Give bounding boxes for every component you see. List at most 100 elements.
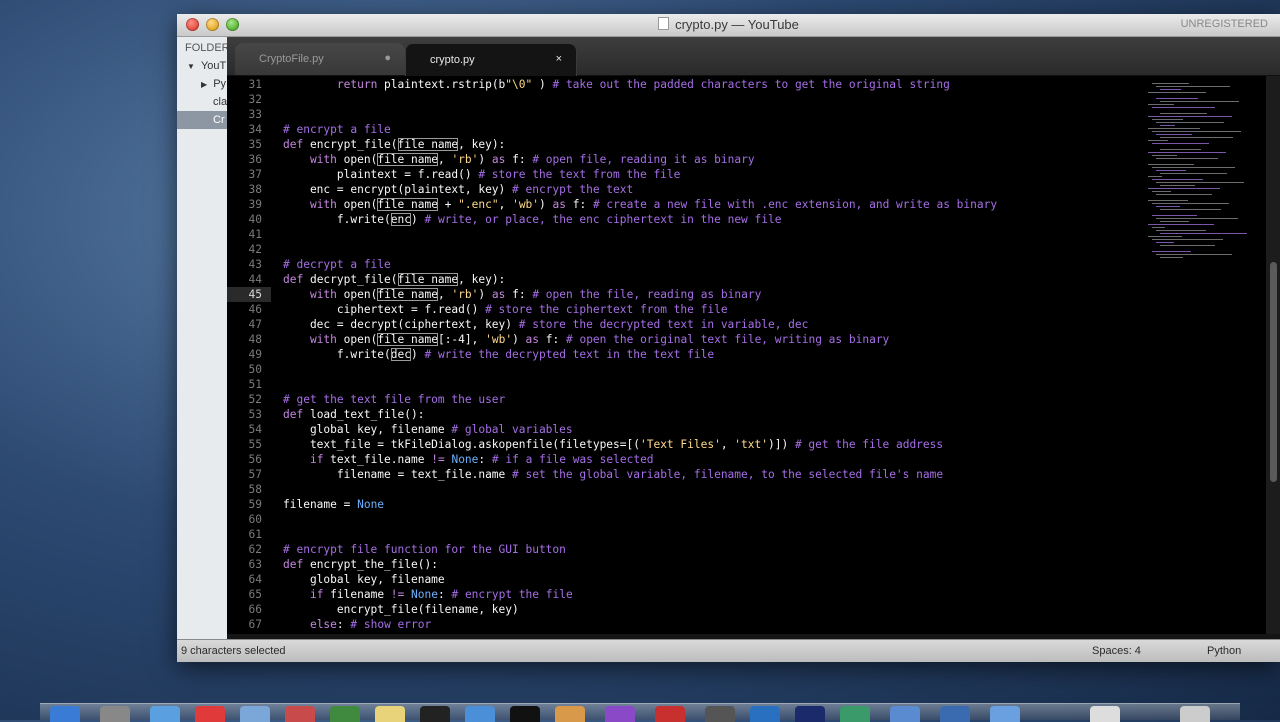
minimap-line <box>1152 83 1189 84</box>
sidebar-item-cla[interactable]: cla <box>177 93 227 111</box>
disclosure-down-icon[interactable]: ▼ <box>187 62 195 71</box>
minimap-line <box>1156 206 1180 207</box>
line-number: 35 <box>248 138 262 151</box>
code-text[interactable]: f.write(dec) # write the decrypted text … <box>283 347 714 362</box>
line-number: 60 <box>248 513 262 526</box>
tab-bar: CryptoFile.py ● crypto.py × <box>227 37 1280 76</box>
code-text[interactable]: f.write(enc) # write, or place, the enc … <box>283 212 781 227</box>
sidebar-item-label: Py <box>213 78 227 90</box>
line-number: 58 <box>248 483 262 496</box>
minimap-line <box>1156 242 1174 243</box>
code-text[interactable]: with open(file_name, 'rb') as f: # open … <box>283 152 755 167</box>
minimap-line <box>1152 119 1183 120</box>
window-title: crypto.py — YouTube <box>675 17 799 32</box>
code-text[interactable]: with open(file_name, 'rb') as f: # open … <box>283 287 761 302</box>
tab-cryptofile[interactable]: CryptoFile.py ● <box>235 43 405 75</box>
code-text[interactable]: with open(file_name[:-4], 'wb') as f: # … <box>283 332 889 347</box>
window-title-wrap: crypto.py — YouTube <box>177 17 1280 32</box>
minimap-line <box>1152 203 1229 204</box>
code-text[interactable]: def encrypt_file(file_name, key): <box>283 137 505 152</box>
line-number: 44 <box>248 273 262 286</box>
minimap-line <box>1148 92 1206 93</box>
code-text[interactable]: # decrypt a file <box>283 257 391 272</box>
minimap-line <box>1160 89 1181 90</box>
dock <box>40 703 1240 722</box>
sidebar-item-youtube[interactable]: ▼ YouT <box>177 57 227 75</box>
code-text[interactable]: if filename != None: # encrypt the file <box>283 587 573 602</box>
unsaved-dot-icon[interactable]: ● <box>384 52 391 64</box>
code-text[interactable]: # encrypt a file <box>283 122 391 137</box>
minimap-line <box>1156 194 1212 195</box>
code-text[interactable]: global key, filename # global variables <box>283 422 573 437</box>
minimap-line <box>1160 173 1227 174</box>
sidebar-item-py[interactable]: ▶ Py <box>177 75 227 93</box>
line-number: 45 <box>248 288 262 301</box>
registration-label: UNREGISTERED <box>1180 18 1268 30</box>
minimap-line <box>1160 125 1175 126</box>
code-text[interactable]: plaintext = f.read() # store the text fr… <box>283 167 681 182</box>
minimap-line <box>1160 101 1239 102</box>
line-number: 38 <box>248 183 262 196</box>
minimap-line <box>1160 185 1195 186</box>
code-text[interactable]: if text_file.name != None: # if a file w… <box>283 452 654 467</box>
code-text[interactable]: filename = text_file.name # set the glob… <box>283 467 943 482</box>
minimap-line <box>1160 233 1247 234</box>
line-number: 61 <box>248 528 262 541</box>
code-text[interactable]: return plaintext.rstrip(b"\0" ) # take o… <box>283 77 950 92</box>
sidebar-item-label: Cr <box>213 114 225 126</box>
line-number: 41 <box>248 228 262 241</box>
line-number: 33 <box>248 108 262 121</box>
line-number: 57 <box>248 468 262 481</box>
code-text[interactable]: encrypt_file(filename, key) <box>283 602 519 617</box>
line-number: 48 <box>248 333 262 346</box>
minimap-line <box>1156 122 1224 123</box>
code-text[interactable]: # get the text file from the user <box>283 392 505 407</box>
tab-label: CryptoFile.py <box>259 53 324 65</box>
line-number: 53 <box>248 408 262 421</box>
line-number: 42 <box>248 243 262 256</box>
sidebar-header: FOLDERS <box>185 42 227 54</box>
minimap-line <box>1152 239 1223 240</box>
bracket-match-highlight: dec <box>390 348 411 361</box>
code-text[interactable]: global key, filename <box>283 572 445 587</box>
tab-label: crypto.py <box>430 54 475 66</box>
code-text[interactable]: text_file = tkFileDialog.askopenfile(fil… <box>283 437 943 452</box>
line-number: 62 <box>248 543 262 556</box>
code-text[interactable]: # encrypt file function for the GUI butt… <box>283 542 566 557</box>
code-text[interactable]: def encrypt_the_file(): <box>283 557 438 572</box>
code-text[interactable]: ciphertext = f.read() # store the cipher… <box>283 302 728 317</box>
syntax-setting[interactable]: Python <box>1207 645 1241 657</box>
code-text[interactable]: dec = decrypt(ciphertext, key) # store t… <box>283 317 808 332</box>
minimap-line <box>1156 254 1232 255</box>
code-editor[interactable]: 31 return plaintext.rstrip(b"\0" ) # tak… <box>227 76 1280 640</box>
code-text[interactable]: else: # show error <box>283 617 431 632</box>
minimap[interactable] <box>1148 80 1247 280</box>
indentation-setting[interactable]: Spaces: 4 <box>1092 645 1141 657</box>
bracket-match-highlight: file_name <box>377 153 438 166</box>
code-text[interactable]: with open(file_name + ".enc", 'wb') as f… <box>283 197 997 212</box>
minimap-line <box>1152 155 1177 156</box>
code-text[interactable]: def decrypt_file(file_name, key): <box>283 272 505 287</box>
close-tab-icon[interactable]: × <box>556 53 562 65</box>
minimap-line <box>1160 137 1233 138</box>
minimap-line <box>1152 131 1241 132</box>
code-text[interactable]: def load_text_file(): <box>283 407 424 422</box>
document-icon <box>658 17 670 30</box>
title-bar[interactable]: crypto.py — YouTube UNREGISTERED <box>177 14 1280 37</box>
scroll-thumb[interactable] <box>1270 262 1277 482</box>
code-text[interactable]: filename = None <box>283 497 384 512</box>
sidebar-item-crypto[interactable]: Cr <box>177 111 227 129</box>
minimap-line <box>1160 245 1215 246</box>
tab-crypto[interactable]: crypto.py × <box>405 43 577 76</box>
vertical-scrollbar[interactable] <box>1266 76 1280 640</box>
minimap-line <box>1152 251 1191 252</box>
sidebar-item-label: YouT <box>200 60 227 72</box>
disclosure-right-icon[interactable]: ▶ <box>201 80 207 89</box>
line-number: 39 <box>248 198 262 211</box>
line-number: 34 <box>248 123 262 136</box>
minimap-line <box>1156 158 1218 159</box>
minimap-line <box>1148 200 1188 201</box>
status-bar: 9 characters selected Spaces: 4 Python <box>177 639 1280 662</box>
code-text[interactable]: enc = encrypt(plaintext, key) # encrypt … <box>283 182 633 197</box>
line-number: 64 <box>248 573 262 586</box>
